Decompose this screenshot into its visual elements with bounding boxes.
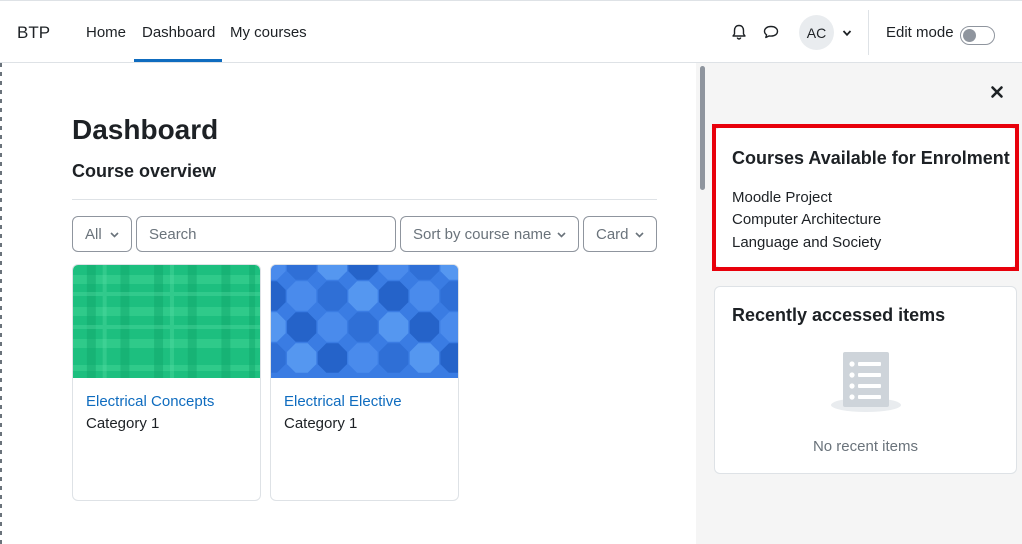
chevron-down-icon xyxy=(635,232,644,238)
navbar-divider xyxy=(868,10,869,55)
recently-accessed-block: Recently accessed items No recent items xyxy=(714,286,1017,474)
page-title: Dashboard xyxy=(72,114,219,145)
course-overview-heading: Course overview xyxy=(72,161,217,181)
course-image-green-plaid[interactable] xyxy=(73,265,260,378)
toggle-knob xyxy=(963,29,976,42)
left-edge-divider xyxy=(0,63,2,544)
chevron-down-icon xyxy=(557,232,566,238)
nav-my-courses-link[interactable]: My courses xyxy=(230,24,307,41)
sort-value: Sort by course name xyxy=(413,225,552,243)
nav-home-link[interactable]: Home xyxy=(86,24,126,41)
course-image-blue-octagons[interactable] xyxy=(271,265,458,378)
close-icon[interactable] xyxy=(990,85,1004,99)
empty-list-icon xyxy=(831,352,901,412)
course-card[interactable]: Electrical Elective Category 1 xyxy=(270,264,459,501)
highlight-annotation-box xyxy=(712,124,1019,271)
nav-dashboard-link[interactable]: Dashboard xyxy=(142,24,215,41)
grouping-value: All xyxy=(85,225,102,243)
course-category: Category 1 xyxy=(284,415,358,432)
site-brand[interactable]: BTP xyxy=(17,23,50,43)
bell-icon[interactable] xyxy=(730,23,748,41)
chat-icon[interactable] xyxy=(762,23,780,41)
edit-mode-label: Edit mode xyxy=(886,24,954,41)
course-name-link[interactable]: Electrical Elective xyxy=(284,393,402,410)
chevron-down-icon xyxy=(110,232,119,238)
course-name-link[interactable]: Electrical Concepts xyxy=(86,393,214,410)
top-navbar: BTP Home Dashboard My courses AC Edit mo… xyxy=(0,0,1022,63)
course-card[interactable]: Electrical Concepts Category 1 xyxy=(72,264,261,501)
grouping-dropdown[interactable]: All xyxy=(72,216,132,252)
course-search-field[interactable] xyxy=(136,216,396,252)
edit-mode-toggle[interactable] xyxy=(960,26,995,45)
page-scrollbar[interactable] xyxy=(700,66,705,190)
view-dropdown[interactable]: Card xyxy=(583,216,657,252)
search-input[interactable] xyxy=(149,225,379,243)
chevron-down-icon[interactable] xyxy=(842,28,852,38)
user-avatar[interactable]: AC xyxy=(799,15,834,50)
sort-dropdown[interactable]: Sort by course name xyxy=(400,216,579,252)
course-category: Category 1 xyxy=(86,415,160,432)
view-value: Card xyxy=(596,225,629,243)
recent-block-title: Recently accessed items xyxy=(732,305,946,325)
active-nav-indicator xyxy=(134,59,222,62)
empty-state-text: No recent items xyxy=(812,438,919,455)
section-divider xyxy=(72,199,657,200)
